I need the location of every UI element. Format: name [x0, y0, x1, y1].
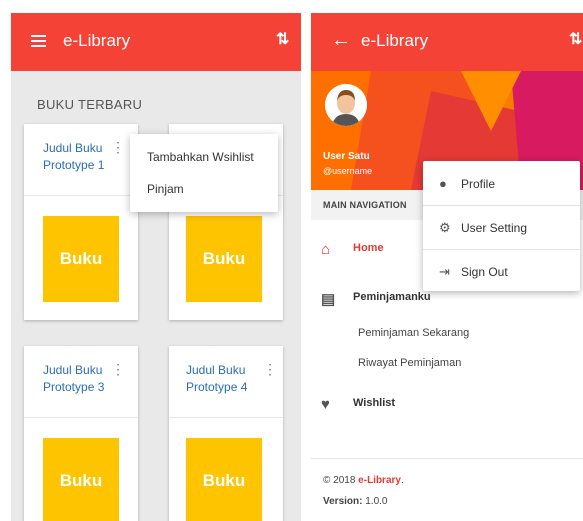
- navigation-drawer-screen: ← e-Library ⇅ User Satu @username MAIN N…: [311, 13, 583, 521]
- app-bar: e-Library ⇅: [11, 13, 301, 71]
- divider: [24, 195, 138, 196]
- brand-link[interactable]: e-Library: [358, 475, 401, 486]
- app-bar: ← e-Library ⇅: [311, 13, 583, 71]
- home-icon: ⌂: [321, 241, 331, 258]
- book-title[interactable]: Judul Buku Prototype 4: [186, 362, 256, 396]
- avatar-person-icon: [325, 84, 367, 126]
- book-title[interactable]: Judul Buku Prototype 1: [43, 140, 113, 174]
- book-cover[interactable]: Buku: [43, 216, 119, 302]
- gear-icon: ⚙: [439, 220, 451, 235]
- sign-out-icon: ⇥: [439, 264, 450, 279]
- book-card[interactable]: Judul Buku Prototype 3 ⋮ Buku: [24, 346, 138, 521]
- copyright-text: © 2018 e-Library.: [323, 475, 404, 486]
- app-title: e-Library: [361, 31, 429, 50]
- section-title: BUKU TERBARU: [37, 97, 143, 112]
- divider: [423, 249, 580, 250]
- user-handle: @username: [323, 166, 373, 176]
- book-card[interactable]: Judul Buku Prototype 4 ⋮ Buku: [169, 346, 283, 521]
- user-dropdown-menu: ● Profile ⚙ User Setting ⇥ Sign Out: [423, 161, 580, 291]
- more-vert-icon[interactable]: ⋮: [111, 140, 125, 154]
- book-icon: ▤: [321, 291, 336, 308]
- arrow-left-icon[interactable]: ←: [331, 29, 351, 52]
- sign-out-menu-item[interactable]: ⇥ Sign Out: [439, 264, 508, 280]
- more-vert-icon[interactable]: ⋮: [263, 362, 277, 376]
- nav-subitem-loan-history[interactable]: Riwayat Peminjaman: [358, 357, 461, 369]
- divider: [24, 417, 138, 418]
- book-card[interactable]: Judul Buku Prototype 1 ⋮ Buku: [24, 124, 138, 320]
- divider: [423, 205, 580, 206]
- version-text: Version: 1.0.0: [323, 496, 388, 507]
- borrow-item[interactable]: Pinjam: [147, 182, 184, 196]
- divider: [311, 458, 583, 459]
- profile-menu-item[interactable]: ● Profile: [439, 176, 495, 191]
- book-title[interactable]: Judul Buku Prototype 3: [43, 362, 113, 396]
- nav-subitem-current-loans[interactable]: Peminjaman Sekarang: [358, 327, 469, 339]
- user-name: User Satu: [323, 151, 370, 162]
- more-vert-icon[interactable]: ⋮: [111, 362, 125, 376]
- app-title: e-Library: [63, 31, 131, 50]
- menu-icon[interactable]: [31, 35, 46, 47]
- user-setting-menu-item[interactable]: ⚙ User Setting: [439, 220, 527, 236]
- book-options-menu: Tambahkan Wsihlist Pinjam: [130, 134, 278, 212]
- book-cover[interactable]: Buku: [186, 438, 262, 521]
- divider: [169, 417, 283, 418]
- book-cover[interactable]: Buku: [43, 438, 119, 521]
- library-home-screen: e-Library ⇅ BUKU TERBARU Judul Buku Prot…: [11, 13, 301, 521]
- sort-icon[interactable]: ⇅: [276, 29, 289, 49]
- avatar[interactable]: [325, 84, 367, 126]
- add-wishlist-item[interactable]: Tambahkan Wsihlist: [147, 150, 254, 164]
- person-icon: ●: [439, 176, 447, 191]
- sort-icon[interactable]: ⇅: [569, 29, 582, 49]
- heart-icon: ♥: [321, 396, 330, 413]
- book-cover[interactable]: Buku: [186, 216, 262, 302]
